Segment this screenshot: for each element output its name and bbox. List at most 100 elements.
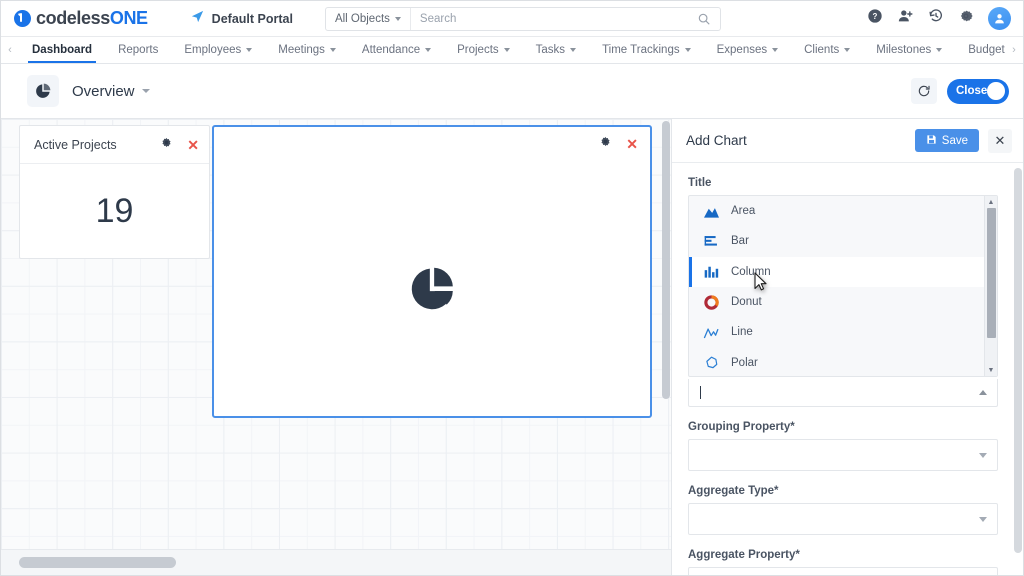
search-bar: All Objects: [324, 6, 721, 31]
chart-type-option-column[interactable]: Column: [689, 256, 997, 288]
chart-placeholder-body: [214, 161, 650, 416]
scroll-down-icon[interactable]: ▼: [985, 364, 997, 376]
field-label: Grouping Property*: [688, 421, 795, 433]
chevron-down-icon: [772, 48, 779, 52]
avatar[interactable]: [988, 7, 1011, 30]
widget-tools: ✕: [160, 136, 199, 154]
chart-type-option-bar[interactable]: Bar: [689, 226, 997, 256]
refresh-button[interactable]: [911, 78, 937, 104]
chart-type-option-donut[interactable]: Donut: [689, 287, 997, 317]
nav-item-label: Clients: [804, 44, 840, 56]
brand-text: codelessONE: [36, 8, 148, 28]
form-field: Aggregate Type*: [688, 485, 998, 535]
nav-item-label: Attendance: [361, 44, 421, 56]
header-actions: ?: [867, 7, 1011, 30]
nav-item-tasks[interactable]: Tasks: [523, 37, 589, 63]
close-icon[interactable]: ✕: [187, 138, 199, 152]
search-input[interactable]: [410, 12, 697, 25]
canvas-vertical-scrollbar[interactable]: [662, 119, 670, 549]
nav-item-attendance[interactable]: Attendance: [349, 37, 444, 63]
chart-type-option-polar[interactable]: Polar: [689, 347, 997, 376]
scrollbar-thumb[interactable]: [662, 121, 670, 399]
chevron-down-icon: [844, 48, 851, 52]
scrollbar-thumb[interactable]: [1014, 168, 1022, 553]
chart-type-list[interactable]: Area Bar Column Donut Line Polar ▲ ▼: [688, 195, 998, 377]
history-icon[interactable]: [928, 8, 944, 29]
widget-chart-placeholder[interactable]: ✕: [212, 125, 652, 418]
nav-item-time-trackings[interactable]: Time Trackings: [589, 37, 704, 63]
nav-item-budgets[interactable]: Budgets: [955, 37, 1005, 63]
scrollbar-thumb[interactable]: [987, 208, 996, 338]
toolbar-actions: Close: [911, 78, 1009, 104]
chevron-down-icon: [936, 48, 943, 52]
brand-logo[interactable]: codelessONE: [14, 8, 148, 29]
nav-item-label: Budgets: [968, 44, 1005, 56]
canvas-horizontal-scrollbar[interactable]: [1, 549, 673, 575]
close-icon[interactable]: ✕: [988, 128, 1012, 153]
panel-body: Title Area Bar Column Donut Line Polar ▲ ▼ Gr…: [672, 163, 1014, 575]
nav-item-employees[interactable]: Employees: [171, 37, 265, 63]
title-field-label: Title: [688, 177, 712, 189]
scrollbar-thumb[interactable]: [19, 557, 176, 568]
chevron-down-icon: [979, 516, 987, 522]
widget-active-projects[interactable]: Active Projects ✕ 19: [19, 125, 210, 259]
nav-item-milestones[interactable]: Milestones: [863, 37, 955, 63]
object-type-select[interactable]: All Objects: [326, 7, 411, 30]
search-icon[interactable]: [697, 12, 720, 26]
chart-type-combobox[interactable]: [688, 379, 998, 407]
chart-type-label: Donut: [731, 296, 762, 309]
line-chart-icon: [702, 325, 720, 340]
save-icon: [926, 134, 937, 148]
nav-item-label: Reports: [118, 44, 159, 56]
save-button-label: Save: [941, 134, 968, 147]
save-button[interactable]: Save: [914, 129, 979, 152]
nav-item-projects[interactable]: Projects: [444, 37, 523, 63]
nav-item-dashboard[interactable]: Dashboard: [19, 37, 105, 63]
dashboard-canvas[interactable]: Active Projects ✕ 19 ✕: [1, 119, 673, 549]
object-type-label: All Objects: [334, 12, 390, 25]
nav-item-clients[interactable]: Clients: [791, 37, 863, 63]
gear-icon[interactable]: [599, 135, 612, 153]
select-grouping-property[interactable]: [688, 439, 998, 471]
add-user-icon[interactable]: [897, 8, 914, 29]
pie-chart-icon: [27, 75, 59, 107]
gear-icon[interactable]: [160, 136, 173, 154]
donut-chart-icon: [702, 294, 720, 310]
nav-item-meetings[interactable]: Meetings: [265, 37, 349, 63]
portal-name: Default Portal: [211, 11, 293, 26]
chevron-down-icon: [394, 16, 401, 21]
nav-item-reports[interactable]: Reports: [105, 37, 171, 63]
chevron-up-icon[interactable]: [979, 390, 987, 395]
nav-item-expenses[interactable]: Expenses: [704, 37, 792, 63]
form-field: Aggregate Property*: [688, 549, 998, 575]
chart-type-list-scrollbar[interactable]: ▲ ▼: [984, 196, 997, 376]
close-toggle[interactable]: Close: [947, 78, 1009, 104]
nav-scroll-left-icon[interactable]: ‹: [1, 37, 19, 63]
chevron-down-icon[interactable]: [141, 89, 150, 93]
scroll-up-icon[interactable]: ▲: [985, 196, 997, 208]
gear-icon[interactable]: [958, 8, 974, 29]
kpi-value: 19: [95, 191, 134, 230]
svg-text:?: ?: [873, 12, 878, 21]
main-navigation: ‹ Dashboard Reports Employees Meetings Atten…: [1, 37, 1023, 64]
nav-item-label: Expenses: [716, 44, 768, 56]
chart-type-option-area[interactable]: Area: [689, 196, 997, 226]
widget-header: Active Projects ✕: [20, 126, 209, 164]
help-icon[interactable]: ?: [867, 8, 883, 29]
chart-type-option-line[interactable]: Line: [689, 317, 997, 347]
chart-type-label: Area: [731, 205, 756, 218]
brand-mark-icon: [14, 10, 31, 27]
close-icon[interactable]: ✕: [626, 137, 638, 151]
area-chart-icon: [702, 204, 720, 219]
nav-scroll-right-icon[interactable]: ›: [1005, 37, 1023, 63]
nav-item-label: Dashboard: [32, 44, 93, 56]
chevron-down-icon: [503, 48, 510, 52]
select-aggregate-type[interactable]: [688, 503, 998, 535]
portal-selector[interactable]: Default Portal: [190, 9, 293, 29]
send-icon: [190, 9, 205, 29]
toggle-knob: [987, 82, 1005, 100]
panel-vertical-scrollbar[interactable]: [1014, 164, 1022, 574]
polar-chart-icon: [702, 355, 720, 370]
pie-chart-icon: [411, 267, 453, 309]
select-aggregate-property[interactable]: [688, 567, 998, 575]
